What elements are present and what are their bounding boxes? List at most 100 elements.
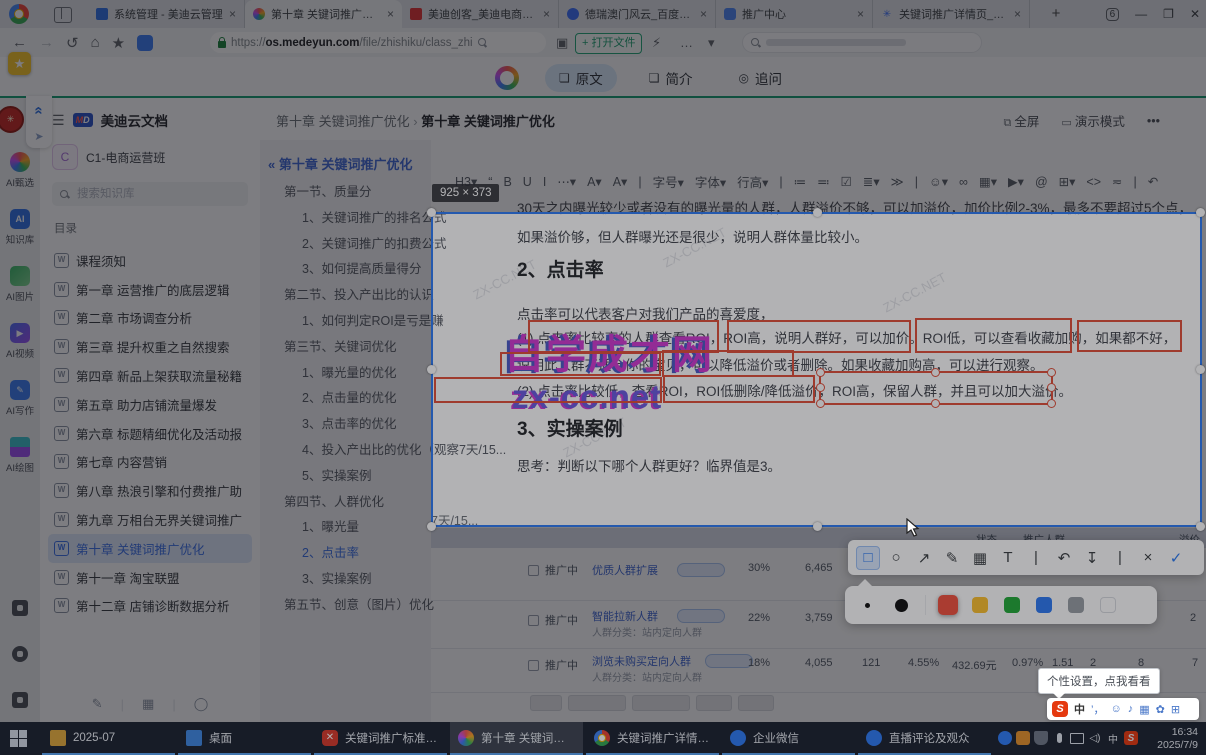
browser-tab[interactable]: ✳ 关键词推广详情页_万相 ×: [873, 0, 1030, 28]
color-swatch[interactable]: [938, 595, 958, 615]
present-mode-button[interactable]: ▭ 演示模式: [1061, 111, 1124, 130]
outline-title[interactable]: « 第十章 关键词推广优化: [268, 154, 412, 173]
history-clock-icon[interactable]: [12, 646, 28, 662]
annotation-tool-icon[interactable]: ○: [884, 546, 908, 570]
annotation-tool-icon[interactable]: ↧: [1080, 546, 1104, 570]
taskbar-button[interactable]: ✕ 关键词推广标准计...: [314, 722, 447, 755]
selection-handle[interactable]: [427, 522, 436, 531]
browser-tab[interactable]: 美迪创客_美迪电商_美 ×: [402, 0, 559, 28]
editor-tool-icon[interactable]: U: [523, 175, 532, 189]
ime-skin-icon[interactable]: ✿: [1156, 703, 1165, 716]
breadcrumb[interactable]: 第十章 关键词推广优化 › 第十章 关键词推广优化: [276, 111, 555, 130]
ime-punctuation-icon[interactable]: ’，: [1091, 701, 1104, 717]
more-tools-icon[interactable]: …: [680, 35, 693, 50]
editor-tool-icon[interactable]: ⋯▾: [557, 174, 576, 189]
tray-display-icon[interactable]: [1070, 732, 1084, 744]
chapter-list-item[interactable]: W 第四章 新品上架获取流量秘籍: [48, 361, 252, 390]
tab-close-icon[interactable]: ×: [229, 7, 236, 21]
tray-wecom-icon[interactable]: [998, 731, 1012, 745]
chapter-list-item[interactable]: W 第五章 助力店铺流量爆发: [48, 390, 252, 419]
annotation-tool-icon[interactable]: T: [996, 546, 1020, 570]
rail-tool[interactable]: AI 知识库: [0, 199, 40, 256]
editor-tool-icon[interactable]: ▶▾: [1008, 174, 1024, 189]
taskbar-button[interactable]: 2025-07: [42, 722, 175, 755]
double-chevron-up-icon[interactable]: «: [31, 106, 48, 114]
chapter-list-item[interactable]: W 第八章 热浪引擎和付费推广助: [48, 476, 252, 505]
red-seal-badge[interactable]: ✳: [0, 106, 24, 133]
table-action-chip[interactable]: [696, 695, 732, 711]
stroke-size-large[interactable]: [891, 595, 911, 615]
fullscreen-button[interactable]: ⧉ 全屏: [1003, 111, 1039, 130]
selection-handle[interactable]: [1196, 208, 1205, 217]
annotation-tool-icon[interactable]: ↶: [1052, 546, 1076, 570]
selection-handle[interactable]: [427, 365, 436, 374]
annotation-rect[interactable]: [662, 350, 794, 377]
selection-handle[interactable]: [427, 208, 436, 217]
tray-security-icon[interactable]: [1034, 731, 1048, 745]
outline-item[interactable]: 1、曝光量: [260, 515, 431, 541]
annotation-tool-icon[interactable]: ↗: [912, 546, 936, 570]
row-checkbox[interactable]: [528, 660, 539, 671]
row-checkbox[interactable]: [528, 615, 539, 626]
outline-item[interactable]: 4、投入产出比的优化（观察7天/15...: [260, 438, 506, 464]
view-tab[interactable]: ❏ 原文: [545, 64, 617, 92]
outline-item[interactable]: 1、如何判定ROI是亏是赚: [260, 309, 444, 335]
sidebar-menu-icon[interactable]: ☰: [52, 112, 65, 129]
toolbox-icon[interactable]: [12, 692, 28, 708]
annotation-rect[interactable]: [434, 377, 662, 403]
split-view-icon[interactable]: [54, 7, 72, 23]
editor-tool-icon[interactable]: |: [638, 175, 641, 189]
tab-close-icon[interactable]: ×: [1014, 7, 1021, 21]
editor-tool-icon[interactable]: |: [1133, 175, 1136, 189]
tray-ime-lang[interactable]: 中: [1106, 731, 1120, 746]
outline-item[interactable]: 第一节、质量分: [260, 180, 431, 206]
row-checkbox[interactable]: [528, 565, 539, 576]
annotation-tool-icon[interactable]: |: [1024, 546, 1048, 570]
search-input[interactable]: [75, 187, 229, 201]
editor-tool-icon[interactable]: ↶: [1148, 174, 1158, 189]
annotation-tool-icon[interactable]: ×: [1136, 546, 1160, 570]
annotation-tool-icon[interactable]: □: [856, 545, 880, 570]
rail-tool[interactable]: AI甄选: [0, 142, 40, 199]
power-icon[interactable]: ◯: [194, 696, 209, 712]
editor-tool-icon[interactable]: ∞: [959, 175, 968, 189]
home-icon[interactable]: ⌂: [91, 34, 100, 51]
chapter-list-item[interactable]: W 第十章 关键词推广优化: [48, 533, 252, 563]
annotation-rect[interactable]: [915, 318, 1072, 353]
ime-emoji-icon[interactable]: ☺: [1110, 703, 1121, 715]
color-swatch[interactable]: [972, 597, 988, 613]
ime-mic-icon[interactable]: ♪: [1128, 703, 1134, 715]
editor-tool-icon[interactable]: A▾: [613, 174, 628, 189]
editor-tool-icon[interactable]: ☑: [841, 174, 852, 189]
annotation-tool-icon[interactable]: ✓: [1164, 546, 1188, 570]
outline-item[interactable]: 2、点击率: [260, 541, 431, 567]
editor-tool-icon[interactable]: ⊞▾: [1059, 174, 1076, 189]
chapter-list-item[interactable]: W 第十一章 淘宝联盟: [48, 563, 252, 592]
editor-tool-icon[interactable]: ≂: [1112, 174, 1122, 189]
browser-tab[interactable]: 推广中心 ×: [716, 0, 873, 28]
taskbar-button[interactable]: 第十章 关键词推广...: [450, 722, 583, 755]
tray-app-icon[interactable]: [1016, 731, 1030, 745]
pin-icon[interactable]: ➤: [34, 130, 43, 143]
browser-tab[interactable]: 第十章 关键词推广优化 ×: [245, 0, 402, 28]
chapter-list-item[interactable]: W 第二章 市场调查分析: [48, 304, 252, 333]
omnibox[interactable]: https://os.medeyun.com/file/zhishiku/cla…: [210, 32, 546, 53]
browser-tab[interactable]: 系统管理 - 美迪云管理 ×: [88, 0, 245, 28]
editor-tool-icon[interactable]: I: [543, 175, 546, 189]
chapter-list-item[interactable]: W 第七章 内容营销: [48, 448, 252, 477]
outline-item[interactable]: 第四节、人群优化: [260, 490, 431, 516]
editor-tool-icon[interactable]: @: [1035, 175, 1048, 189]
tray-sogou-icon[interactable]: S: [1124, 731, 1138, 745]
ai-extension-icon[interactable]: [137, 34, 154, 51]
outline-item[interactable]: 2、点击量的优化: [260, 386, 431, 412]
editor-tool-icon[interactable]: ☺▾: [929, 174, 948, 189]
restore-button[interactable]: ❐: [1163, 7, 1174, 21]
outline-item[interactable]: 第二节、投入产出比的认识: [260, 283, 434, 309]
outline-item[interactable]: 2、关键词推广的扣费公式: [260, 232, 446, 258]
close-window-button[interactable]: ✕: [1190, 7, 1200, 21]
forward-icon[interactable]: →: [39, 34, 54, 51]
outline-item[interactable]: 3、如何提高质量得分: [260, 257, 431, 283]
outline-item[interactable]: 3、实操案例: [260, 567, 431, 593]
editor-tool-icon[interactable]: ▦▾: [979, 174, 997, 189]
annotation-rect[interactable]: [1077, 320, 1182, 352]
